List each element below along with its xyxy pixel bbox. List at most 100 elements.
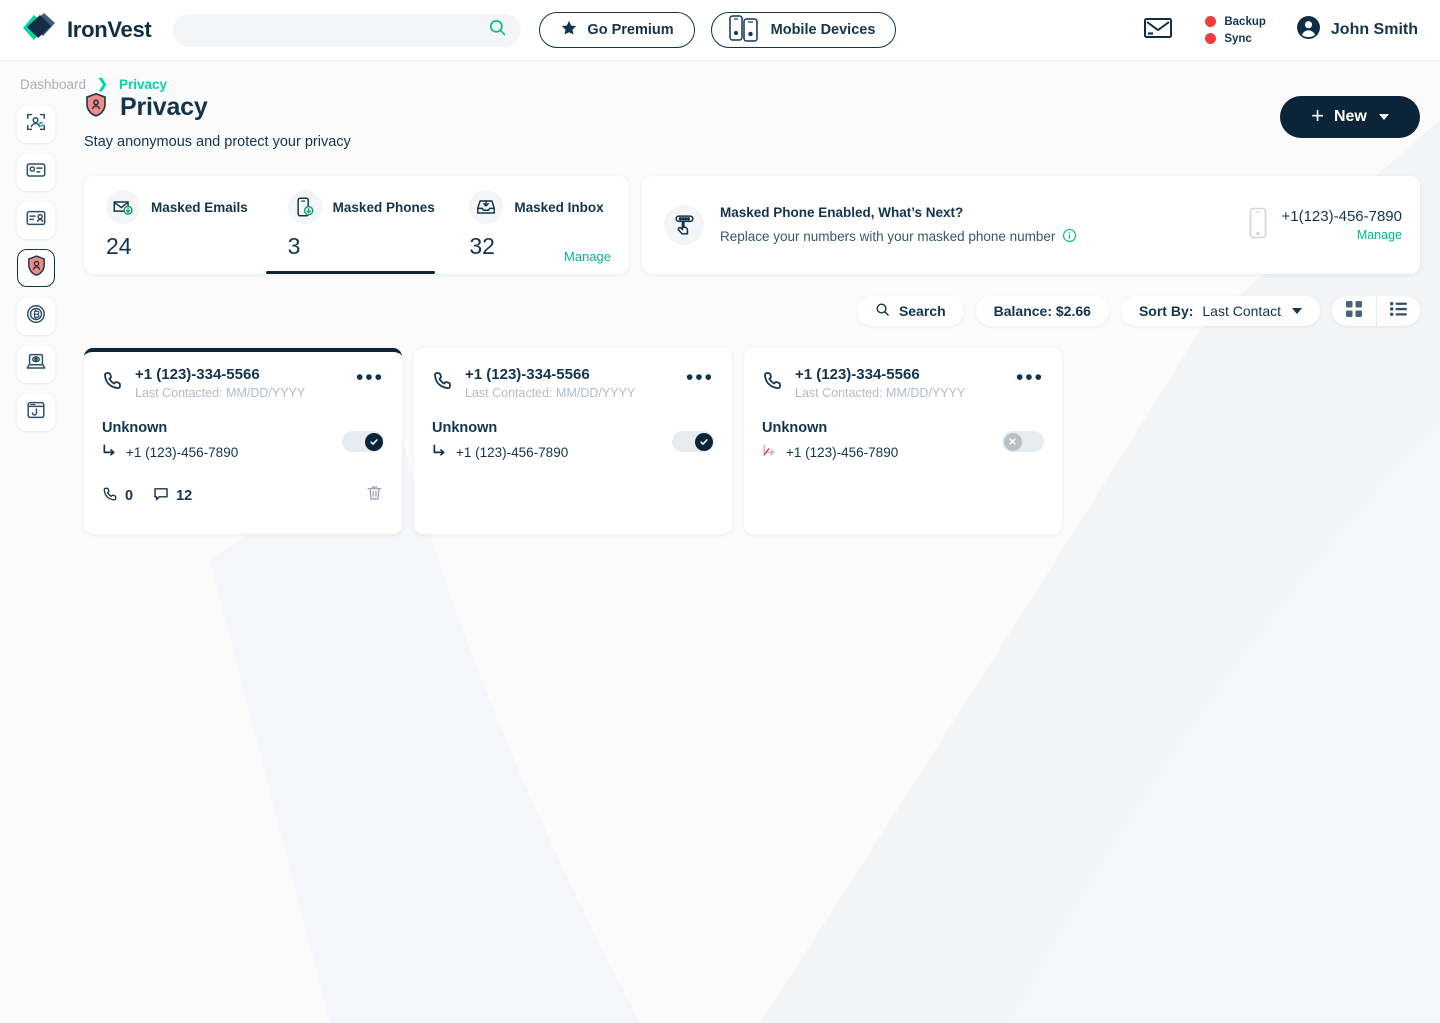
sidebar-item-privacy[interactable]	[17, 249, 55, 287]
ironvest-diamond-logo-icon	[20, 11, 58, 50]
stat-head: Masked Emails	[106, 190, 266, 224]
sidebar-item-crypto[interactable]	[17, 297, 55, 335]
view-toggle	[1332, 296, 1420, 326]
message-count-value: 12	[176, 487, 193, 504]
stat-manage-link[interactable]: Manage	[564, 249, 611, 264]
stats-card: Masked Emails 24 Masked Phones 3 Masked …	[84, 176, 629, 274]
card-forward-number: +1 (123)-456-7890	[126, 444, 239, 460]
stat-label: Masked Phones	[332, 199, 435, 215]
forward-arrow-icon	[432, 443, 447, 461]
toggle-knob	[694, 432, 713, 451]
banner-text-block: Masked Phone Enabled, What’s Next? Repla…	[720, 205, 1077, 246]
go-premium-label: Go Premium	[587, 22, 674, 38]
card-forward-row: +1 (123)-456-7890	[762, 443, 898, 461]
status-dot-backup	[1205, 16, 1217, 27]
card-body: Unknown +1 (123)-456-7890	[102, 420, 384, 461]
app-header: IronVest Go Premium Mobile Devices Backu…	[0, 0, 1440, 61]
search-button[interactable]: Search	[856, 296, 964, 326]
envelope-icon	[1143, 16, 1173, 45]
breadcrumb: Dashboard ❯ Privacy	[0, 61, 1440, 92]
forward-disabled-icon	[762, 443, 777, 461]
mail-button[interactable]	[1139, 12, 1177, 49]
card-header-text: +1 (123)-334-5566 Last Contacted: MM/DD/…	[135, 366, 305, 400]
sidebar-item-identity-scan[interactable]	[17, 105, 55, 143]
browser-hook-icon	[25, 399, 47, 426]
stat-label: Masked Inbox	[514, 199, 604, 215]
card-forward-row: +1 (123)-456-7890	[102, 443, 238, 461]
masked-phone-card[interactable]: +1 (123)-334-5566 Last Contacted: MM/DD/…	[744, 348, 1062, 534]
stat-value: 3	[287, 233, 301, 259]
status-dot-sync	[1205, 33, 1217, 44]
page-title-block: Privacy Stay anonymous and protect your …	[84, 92, 351, 150]
balance-display[interactable]: Balance: $2.66	[975, 296, 1109, 326]
card-enable-toggle[interactable]	[672, 431, 714, 452]
card-last-contacted: Last Contacted: MM/DD/YYYY	[795, 386, 966, 400]
masked-phone-card[interactable]: +1 (123)-334-5566 Last Contacted: MM/DD/…	[414, 348, 732, 534]
sort-by-value: Last Contact	[1202, 303, 1281, 319]
list-view-button[interactable]	[1376, 296, 1420, 326]
sidebar-item-contact-id[interactable]	[17, 201, 55, 239]
stat-masked-phones[interactable]: Masked Phones 3	[265, 176, 448, 274]
card-enable-toggle[interactable]	[1002, 431, 1044, 452]
card-call-count: 0	[102, 486, 133, 506]
mobile-devices-button[interactable]: Mobile Devices	[710, 12, 897, 48]
stat-masked-emails[interactable]: Masked Emails 24	[84, 176, 266, 274]
go-premium-button[interactable]: Go Premium	[539, 12, 695, 48]
forward-arrow-icon	[102, 443, 117, 461]
banner-subtitle: Replace your numbers with your masked ph…	[720, 229, 1056, 244]
card-forward-number: +1 (123)-456-7890	[456, 444, 569, 460]
card-phone-number: +1 (123)-334-5566	[465, 366, 590, 383]
breadcrumb-dashboard[interactable]: Dashboard	[20, 77, 86, 92]
breadcrumb-privacy[interactable]: Privacy	[119, 77, 167, 92]
banner-title: Masked Phone Enabled, What’s Next?	[720, 204, 964, 220]
main-content: Privacy Stay anonymous and protect your …	[72, 92, 1440, 534]
more-options-icon[interactable]: •••	[686, 366, 714, 388]
masked-phone-card[interactable]: +1 (123)-334-5566 Last Contacted: MM/DD/…	[84, 348, 402, 534]
status-sync[interactable]: Sync	[1205, 33, 1266, 45]
sidebar-item-payment-card[interactable]	[17, 153, 55, 191]
card-header: +1 (123)-334-5566 Last Contacted: MM/DD/…	[432, 366, 714, 400]
more-options-icon[interactable]: •••	[1016, 366, 1044, 388]
toggle-knob	[364, 432, 383, 451]
sidebar-item-phishing[interactable]	[17, 393, 55, 431]
card-forward-number: +1 (123)-456-7890	[786, 444, 899, 460]
banner-phone-number: +1(123)-456-7890	[1281, 208, 1402, 225]
sidebar-item-monitoring[interactable]	[17, 345, 55, 383]
call-count-value: 0	[125, 487, 134, 504]
phone-icon	[432, 370, 453, 396]
search-icon[interactable]	[488, 18, 507, 42]
toggle-knob	[1003, 432, 1022, 451]
brand-logo[interactable]: IronVest	[20, 11, 152, 50]
user-name: John Smith	[1330, 21, 1418, 38]
card-forward-row: +1 (123)-456-7890	[432, 443, 568, 461]
page-subtitle: Stay anonymous and protect your privacy	[84, 134, 351, 150]
info-icon[interactable]	[1062, 228, 1077, 246]
laptop-eye-icon	[25, 351, 47, 378]
phone-icon	[102, 370, 123, 396]
status-backup[interactable]: Backup	[1205, 16, 1266, 28]
sort-by-dropdown[interactable]: Sort By: Last Contact	[1120, 296, 1320, 326]
more-options-icon[interactable]: •••	[356, 366, 384, 388]
credit-card-icon	[25, 159, 47, 186]
card-phone-number: +1 (123)-334-5566	[795, 366, 920, 383]
masked-phone-banner: Masked Phone Enabled, What’s Next? Repla…	[642, 176, 1420, 274]
card-enable-toggle[interactable]	[342, 431, 384, 452]
shield-user-icon	[25, 254, 48, 282]
list-toolbar: Search Balance: $2.66 Sort By: Last Cont…	[84, 296, 1420, 326]
brand-name: IronVest	[67, 17, 152, 42]
new-button[interactable]: + New	[1280, 96, 1420, 138]
stat-value: 24	[106, 233, 132, 259]
card-last-contacted: Last Contacted: MM/DD/YYYY	[465, 386, 636, 400]
user-menu[interactable]: John Smith	[1296, 15, 1418, 45]
search-input[interactable]	[189, 22, 489, 38]
stat-masked-inbox[interactable]: Masked Inbox 32 Manage	[447, 176, 629, 274]
global-search[interactable]	[173, 13, 522, 47]
grid-view-button[interactable]	[1332, 296, 1376, 326]
stat-active-underline	[265, 271, 436, 274]
trash-icon[interactable]	[365, 483, 384, 508]
status-sync-label: Sync	[1224, 32, 1252, 45]
page-title-line: Privacy	[84, 92, 351, 123]
banner-manage-link[interactable]: Manage	[1281, 228, 1402, 242]
page-title: Privacy	[120, 93, 208, 121]
header-right-group: Backup Sync John Smith	[1139, 12, 1418, 49]
